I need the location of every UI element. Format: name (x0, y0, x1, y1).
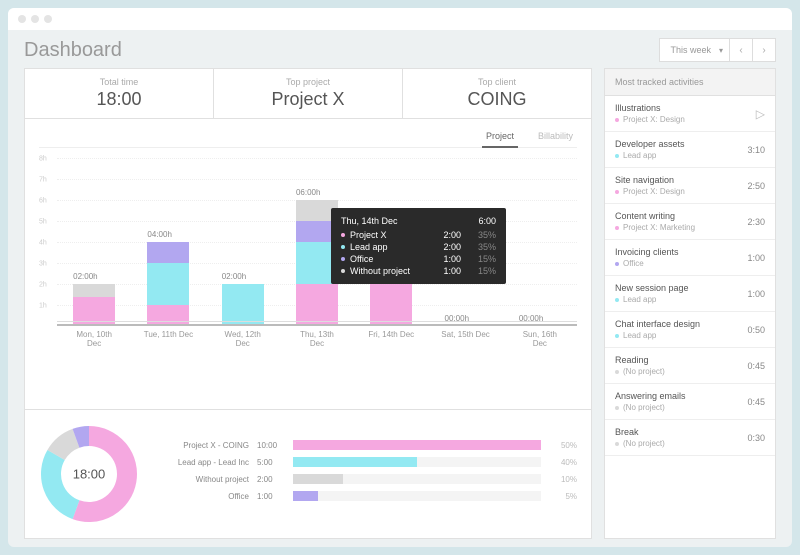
activity-item[interactable]: Invoicing clientsOffice1:00 (605, 240, 775, 276)
donut-chart: 18:00 (39, 424, 139, 524)
tab-project[interactable]: Project (482, 129, 518, 148)
main-panel: Total time 18:00 Top project Project X T… (24, 68, 592, 539)
prev-button[interactable]: ‹ (729, 38, 753, 62)
window-close-icon[interactable] (18, 15, 26, 23)
header: Dashboard This week ‹ › (24, 38, 776, 62)
donut-total: 18:00 (73, 467, 106, 482)
activity-item[interactable]: Reading(No project)0:45 (605, 348, 775, 384)
activity-item[interactable]: Chat interface designLead app0:50 (605, 312, 775, 348)
breakdown-row: Project X - COING10:0050% (159, 440, 577, 450)
activity-item[interactable]: New session pageLead app1:00 (605, 276, 775, 312)
period-select[interactable]: This week (659, 38, 730, 62)
window-min-icon[interactable] (31, 15, 39, 23)
activities-sidebar: Most tracked activities IllustrationsPro… (604, 68, 776, 539)
period-controls: This week ‹ › (659, 38, 776, 62)
chart-panel: Project Billability 1h2h3h4h5h6h7h8h 02:… (24, 119, 592, 410)
activity-item[interactable]: Content writingProject X: Marketing2:30 (605, 204, 775, 240)
window-titlebar (8, 8, 792, 30)
activity-item[interactable]: Break(No project)0:30 (605, 420, 775, 456)
next-button[interactable]: › (752, 38, 776, 62)
activity-item[interactable]: Site navigationProject X: Design2:50 (605, 168, 775, 204)
stat-top-client: Top client COING (403, 69, 591, 118)
stats-row: Total time 18:00 Top project Project X T… (24, 68, 592, 119)
breakdown-panel: 18:00 Project X - COING10:0050% Lead app … (24, 410, 592, 539)
window-max-icon[interactable] (44, 15, 52, 23)
stat-top-project: Top project Project X (214, 69, 403, 118)
bar-chart: 1h2h3h4h5h6h7h8h 02:00h04:00h02:00h06:00… (39, 158, 577, 348)
activity-item[interactable]: Answering emails(No project)0:45 (605, 384, 775, 420)
app-window: Dashboard This week ‹ › Total time 18:00… (8, 8, 792, 547)
bar-day-0[interactable]: 02:00h (69, 284, 119, 326)
chart-tabs: Project Billability (39, 129, 577, 148)
breakdown-bars: Project X - COING10:0050% Lead app - Lead… (159, 440, 577, 508)
breakdown-row: Lead app - Lead Inc5:0040% (159, 457, 577, 467)
stat-total-time: Total time 18:00 (25, 69, 214, 118)
page-title: Dashboard (24, 39, 122, 62)
activity-item[interactable]: IllustrationsProject X: Design▷ (605, 96, 775, 132)
breakdown-row: Office1:005% (159, 491, 577, 501)
tab-billability[interactable]: Billability (534, 129, 577, 143)
activity-item[interactable]: Developer assetsLead app3:10 (605, 132, 775, 168)
play-icon[interactable]: ▷ (756, 107, 765, 121)
chart-tooltip: Thu, 14th Dec6:00Project X2:0035%Lead ap… (331, 208, 506, 284)
sidebar-title: Most tracked activities (605, 69, 775, 96)
breakdown-row: Without project2:0010% (159, 474, 577, 484)
bar-day-1[interactable]: 04:00h (143, 242, 193, 326)
bar-day-2[interactable]: 02:00h (218, 284, 268, 326)
